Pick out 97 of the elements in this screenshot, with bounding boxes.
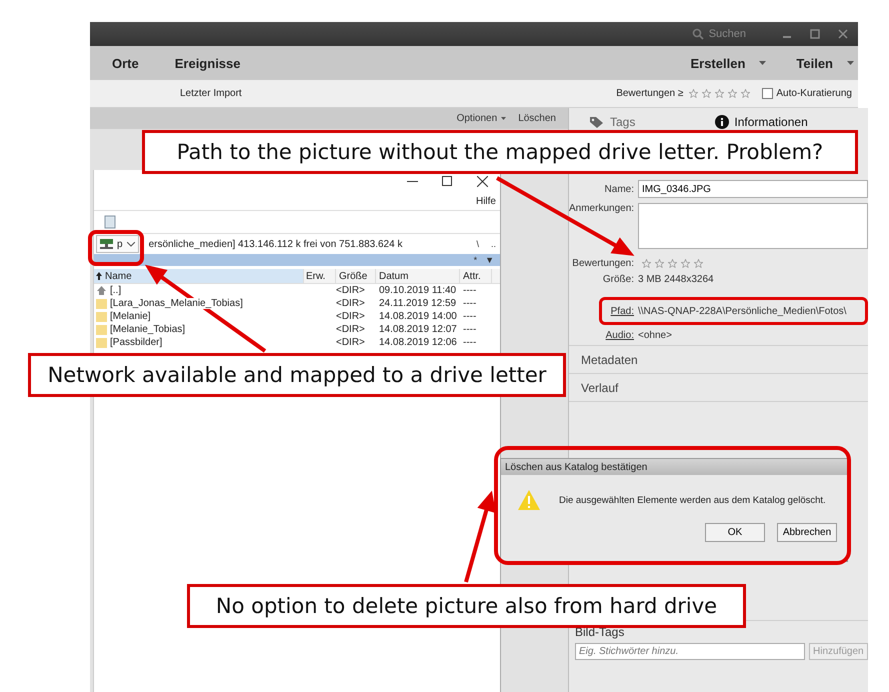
field-label: Größe: bbox=[602, 274, 634, 284]
network-drive-icon bbox=[100, 239, 113, 249]
table-cell-text: ---- bbox=[462, 337, 478, 348]
star-icon[interactable] bbox=[702, 89, 712, 98]
maximize-icon[interactable] bbox=[442, 176, 453, 186]
search-icon bbox=[692, 28, 704, 40]
nav-tab[interactable]: Orte bbox=[112, 56, 139, 70]
caret-icon bbox=[501, 117, 506, 120]
table-cell-text: 14.08.2019 14:00 bbox=[378, 311, 458, 322]
section-header[interactable]: Verlauf bbox=[569, 374, 868, 402]
column-header[interactable]: Größe bbox=[336, 269, 376, 283]
toolbar-button[interactable]: Löschen bbox=[518, 113, 556, 124]
star-icon[interactable] bbox=[642, 258, 651, 268]
star-icon[interactable] bbox=[741, 89, 750, 98]
filter-button[interactable]: ▼ bbox=[485, 255, 494, 265]
table-cell-text: 14.08.2019 12:07 bbox=[378, 324, 458, 335]
sort-arrow-icon bbox=[96, 272, 102, 280]
section-title: Bild-Tags bbox=[575, 625, 626, 639]
rating-filter-label: Bewertungen ≥ bbox=[616, 88, 684, 99]
dialog-message: Die ausgewählten Elemente werden aus dem Katalog gelöscht. bbox=[559, 494, 826, 506]
star-icon[interactable] bbox=[728, 89, 738, 98]
table-cell-text: ---- bbox=[462, 311, 478, 322]
nav-button[interactable]: .. bbox=[490, 239, 496, 249]
field-label: Anmerkungen: bbox=[569, 203, 634, 214]
name-field[interactable]: IMG_0346.JPG bbox=[638, 180, 868, 198]
star-icon[interactable] bbox=[668, 258, 677, 268]
dialog-button[interactable]: OK bbox=[705, 523, 765, 542]
annotation-callout: Path to the picture without the mapped drive letter. Problem? bbox=[142, 130, 858, 174]
star-icon[interactable] bbox=[655, 258, 664, 268]
rating-filter[interactable] bbox=[689, 89, 750, 98]
star-icon[interactable] bbox=[689, 89, 698, 98]
notes-field[interactable] bbox=[638, 203, 868, 249]
table-cell-text: 24.11.2019 12:59 bbox=[378, 298, 458, 309]
table-cell-text: <DIR> bbox=[336, 324, 366, 335]
info-icon bbox=[715, 115, 730, 129]
folder-icon bbox=[96, 337, 107, 348]
nav-tab[interactable]: Ereignisse bbox=[174, 56, 240, 70]
star-icon[interactable] bbox=[715, 89, 724, 98]
table-cell-text: 09.10.2019 11:40 bbox=[378, 285, 458, 296]
toolbar-button[interactable]: Optionen bbox=[456, 113, 506, 124]
filter-label[interactable]: Letzter Import bbox=[180, 88, 242, 99]
star-icon[interactable] bbox=[681, 258, 690, 268]
table-cell-text: <DIR> bbox=[336, 285, 366, 296]
drive-dropdown[interactable]: p bbox=[96, 235, 139, 253]
field-label[interactable]: Pfad: bbox=[602, 306, 634, 316]
nav-button[interactable]: \ bbox=[476, 239, 479, 249]
panel-tab[interactable]: Informationen bbox=[715, 115, 808, 129]
section-header[interactable]: Metadaten bbox=[569, 346, 868, 374]
chevron-icon bbox=[126, 242, 135, 246]
file-name[interactable]: [Passbilder] bbox=[110, 337, 162, 348]
warning-icon bbox=[517, 489, 541, 511]
tag-icon bbox=[589, 116, 605, 128]
up-folder-icon bbox=[96, 285, 107, 296]
star-icon[interactable] bbox=[694, 258, 703, 268]
panel-tab[interactable]: Tags bbox=[589, 115, 636, 129]
folder-icon bbox=[96, 324, 107, 335]
close-icon[interactable] bbox=[477, 176, 488, 186]
file-name[interactable]: [Lara_Jonas_Melanie_Tobias] bbox=[110, 298, 243, 309]
path-value: \\NAS-QNAP-228A\Persönliche_Medien\Fotos\ bbox=[638, 306, 846, 316]
annotation-callout: No option to delete picture also from hard drive bbox=[187, 584, 746, 628]
file-name[interactable]: [Melanie] bbox=[110, 311, 151, 322]
filter-button[interactable]: * bbox=[474, 255, 478, 265]
checkbox-label: Auto-Kuratierung bbox=[776, 88, 852, 99]
table-cell-text: ---- bbox=[462, 285, 478, 296]
highlight-outline bbox=[88, 230, 144, 266]
menu-item[interactable]: Hilfe bbox=[476, 196, 496, 206]
field-value: 3 MB 2448x3264 bbox=[638, 274, 714, 284]
dialog-button[interactable]: Abbrechen bbox=[777, 523, 837, 542]
table-cell-text: <DIR> bbox=[336, 337, 366, 348]
menu-button[interactable]: Teilen bbox=[796, 56, 854, 70]
drive-info: ersönliche_medien] 413.146.112 k frei von 751.883.624 k bbox=[148, 238, 402, 250]
document-icon[interactable] bbox=[104, 215, 116, 229]
file-name[interactable]: [..] bbox=[110, 285, 122, 296]
rating-stars[interactable] bbox=[642, 258, 703, 268]
field-label: Bewertungen: bbox=[571, 258, 634, 268]
folder-icon bbox=[96, 311, 107, 322]
table-cell-text: ---- bbox=[462, 298, 478, 309]
table-cell-text: <DIR> bbox=[336, 311, 366, 322]
field-value: <ohne> bbox=[638, 330, 672, 340]
table-cell-text: <DIR> bbox=[336, 298, 366, 309]
caret-icon bbox=[759, 61, 766, 65]
dialog-title: Löschen aus Katalog bestätigen bbox=[501, 459, 847, 475]
field-label[interactable]: Audio: bbox=[569, 330, 634, 340]
caret-icon bbox=[847, 61, 854, 65]
field-label: Name: bbox=[604, 184, 634, 194]
table-cell-text: ---- bbox=[462, 324, 478, 335]
column-header[interactable]: Attr. bbox=[460, 269, 492, 283]
column-header[interactable]: Name bbox=[94, 269, 304, 283]
checkbox[interactable] bbox=[762, 88, 774, 99]
annotation-callout: Network available and mapped to a drive letter bbox=[28, 353, 566, 397]
folder-icon bbox=[96, 298, 107, 309]
menu-button[interactable]: Erstellen bbox=[690, 56, 766, 70]
column-header[interactable]: Erw. bbox=[304, 269, 336, 283]
tag-input-field[interactable]: Eig. Stichwörter hinzu. bbox=[575, 643, 805, 660]
column-header[interactable]: Datum bbox=[376, 269, 460, 283]
table-cell-text: 14.08.2019 12:06 bbox=[378, 337, 458, 348]
file-name[interactable]: [Melanie_Tobias] bbox=[110, 324, 186, 335]
